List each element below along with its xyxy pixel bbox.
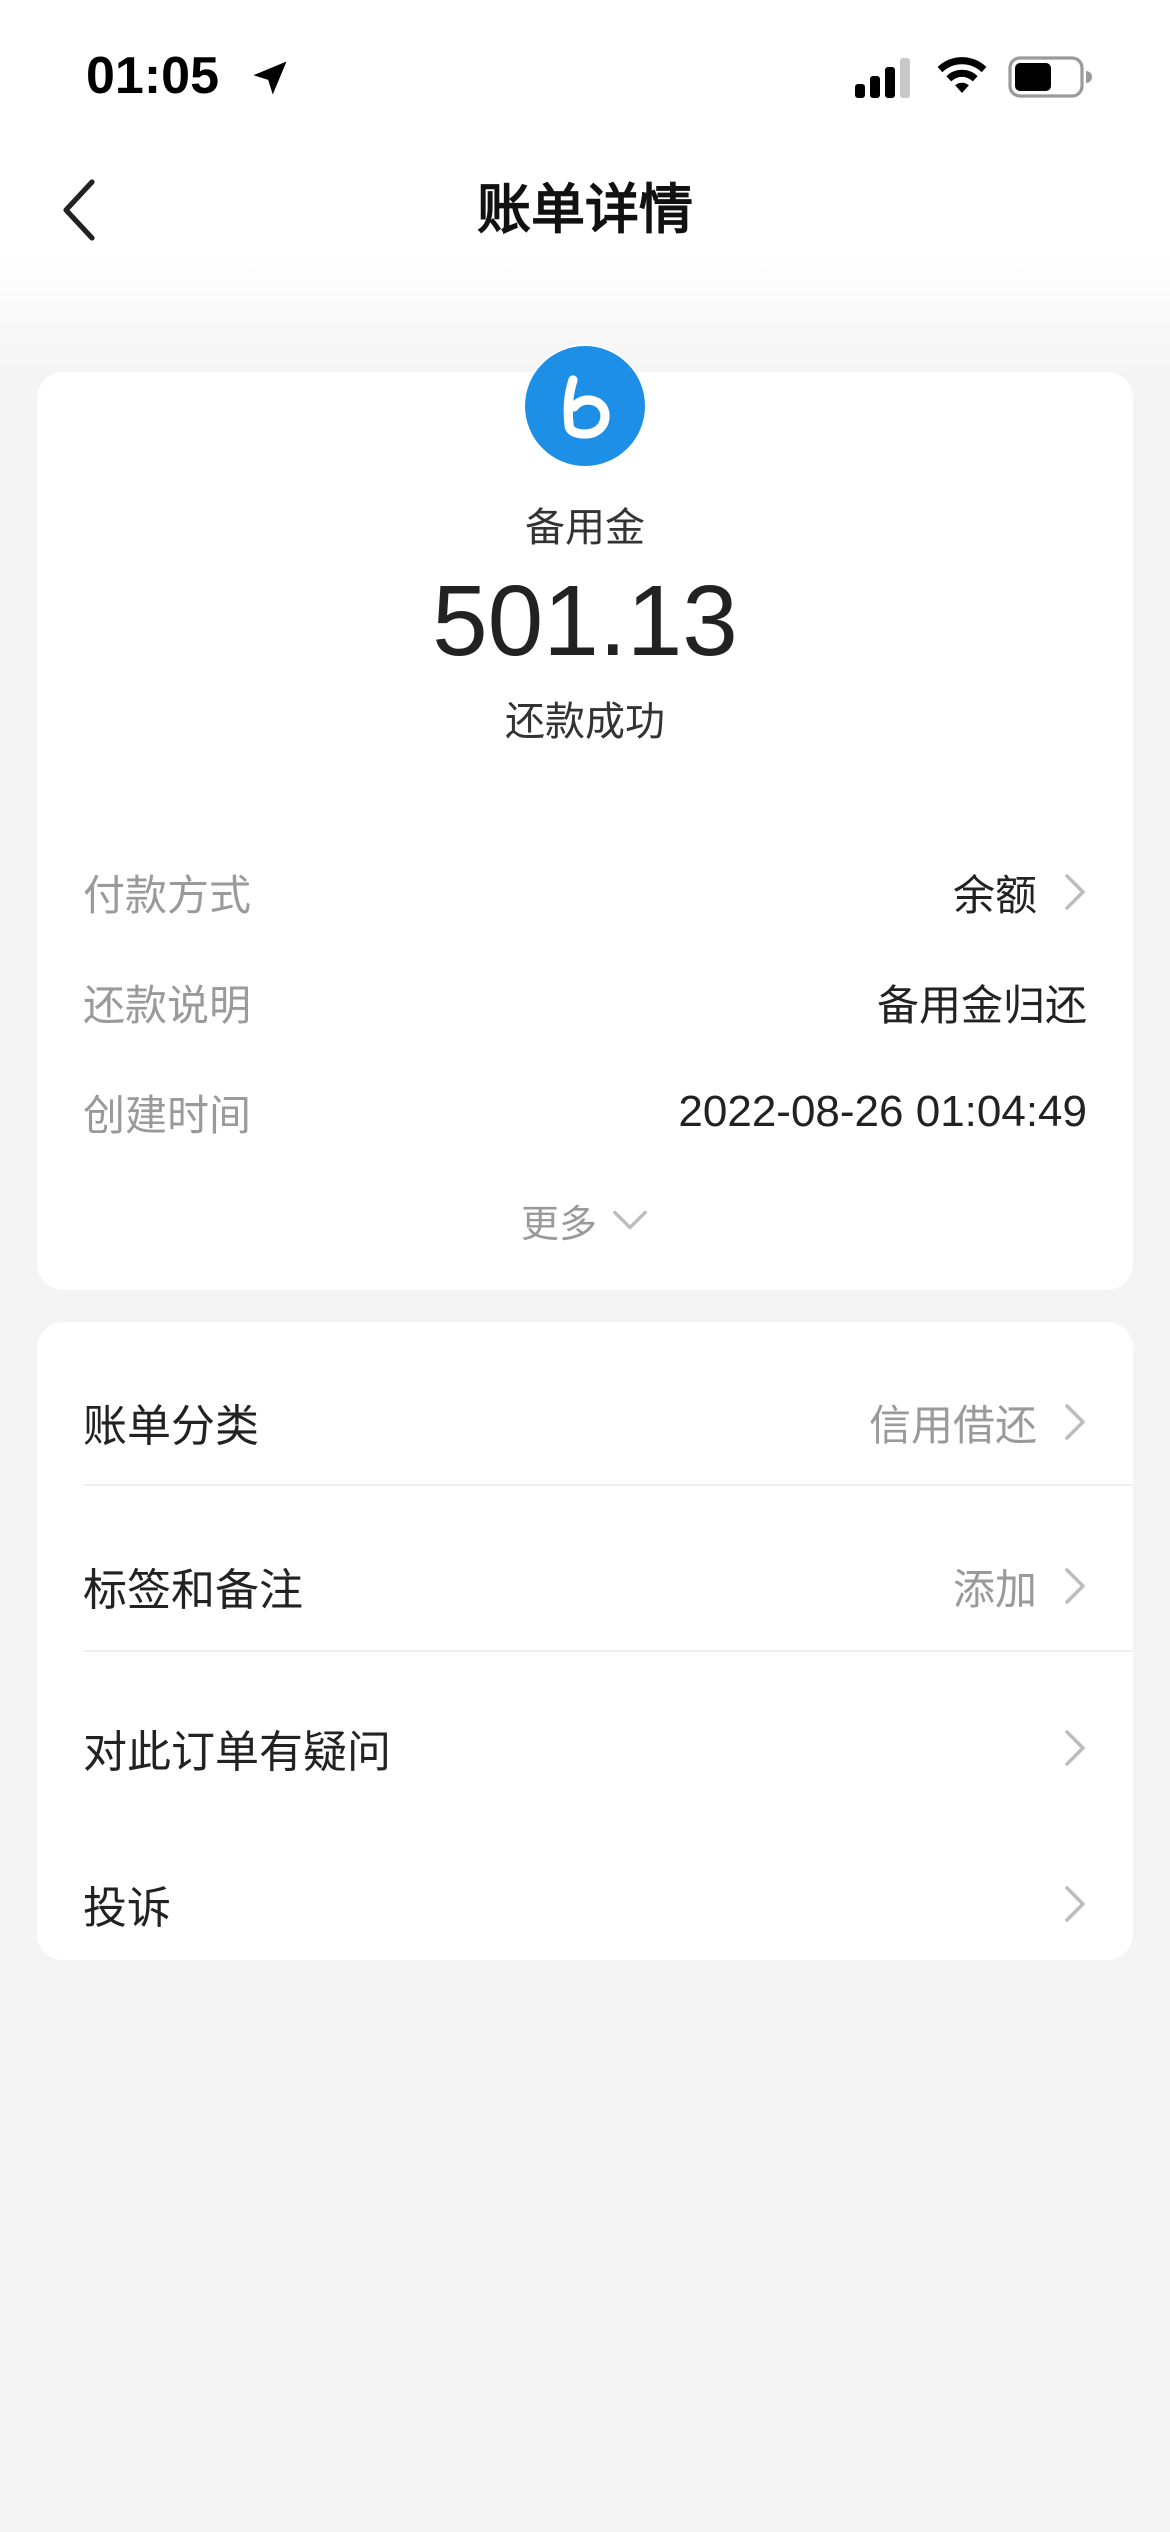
chevron-right-icon: [1065, 874, 1085, 910]
tags-notes-label: 标签和备注: [83, 1565, 303, 1616]
more-button[interactable]: 更多: [37, 1190, 1133, 1250]
nav-bar: 账单详情: [0, 150, 1170, 270]
repayment-note-value: 备用金归还: [876, 980, 1087, 1030]
created-time-value: 2022-08-26 01:04:49: [678, 1087, 1087, 1136]
order-question-row[interactable]: 对此订单有疑问: [83, 1700, 1087, 1796]
repayment-note-label: 还款说明: [83, 980, 252, 1030]
bill-category-value: 信用借还: [868, 1400, 1037, 1450]
app-logo-badge: [525, 346, 645, 466]
chevron-right-icon: [1065, 1886, 1085, 1922]
bill-category-row[interactable]: 账单分类 信用借还: [83, 1374, 1087, 1470]
status-bar: 01:05: [0, 0, 1170, 150]
payment-method-value: 余额: [952, 870, 1037, 920]
amount: 501.13: [432, 565, 738, 677]
repayment-note-row: 还款说明 备用金归还: [83, 966, 1087, 1038]
tags-notes-row[interactable]: 标签和备注 添加: [83, 1538, 1087, 1634]
created-time-row: 创建时间 2022-08-26 01:04:49: [83, 1076, 1087, 1148]
battery-icon: [1008, 56, 1092, 98]
chevron-right-icon: [1065, 1730, 1085, 1766]
complaint-row[interactable]: 投诉: [83, 1856, 1087, 1952]
order-question-label: 对此订单有疑问: [83, 1727, 391, 1778]
chevron-right-icon: [1065, 1568, 1085, 1604]
more-label: 更多: [520, 1201, 597, 1246]
complaint-label: 投诉: [83, 1883, 171, 1934]
chevron-down-icon: [613, 1210, 647, 1230]
transaction-status: 还款成功: [505, 699, 665, 745]
cellular-signal-icon: [855, 58, 910, 98]
wifi-icon: [937, 57, 987, 93]
bill-options-card: 账单分类 信用借还 标签和备注 添加 对此订单有疑问 投诉: [37, 1322, 1133, 1960]
merchant-name: 备用金: [525, 505, 645, 551]
status-time: 01:05: [86, 47, 219, 105]
tags-notes-value: 添加: [952, 1564, 1037, 1614]
page-title: 账单详情: [477, 178, 693, 241]
app-logo: [523, 344, 647, 468]
chevron-right-icon: [1065, 1404, 1085, 1440]
payment-method-label: 付款方式: [83, 870, 252, 920]
created-time-label: 创建时间: [83, 1090, 252, 1140]
divider: [83, 1650, 1133, 1652]
bill-summary-card: 备用金 501.13 还款成功 付款方式 余额 还款说明 备用金归还 创建时间 …: [37, 344, 1133, 1290]
bill-category-label: 账单分类: [83, 1401, 259, 1452]
divider: [83, 1484, 1133, 1486]
payment-method-row[interactable]: 付款方式 余额: [83, 856, 1087, 928]
b-logo-icon: [563, 375, 610, 439]
location-arrow-icon: [253, 61, 287, 95]
